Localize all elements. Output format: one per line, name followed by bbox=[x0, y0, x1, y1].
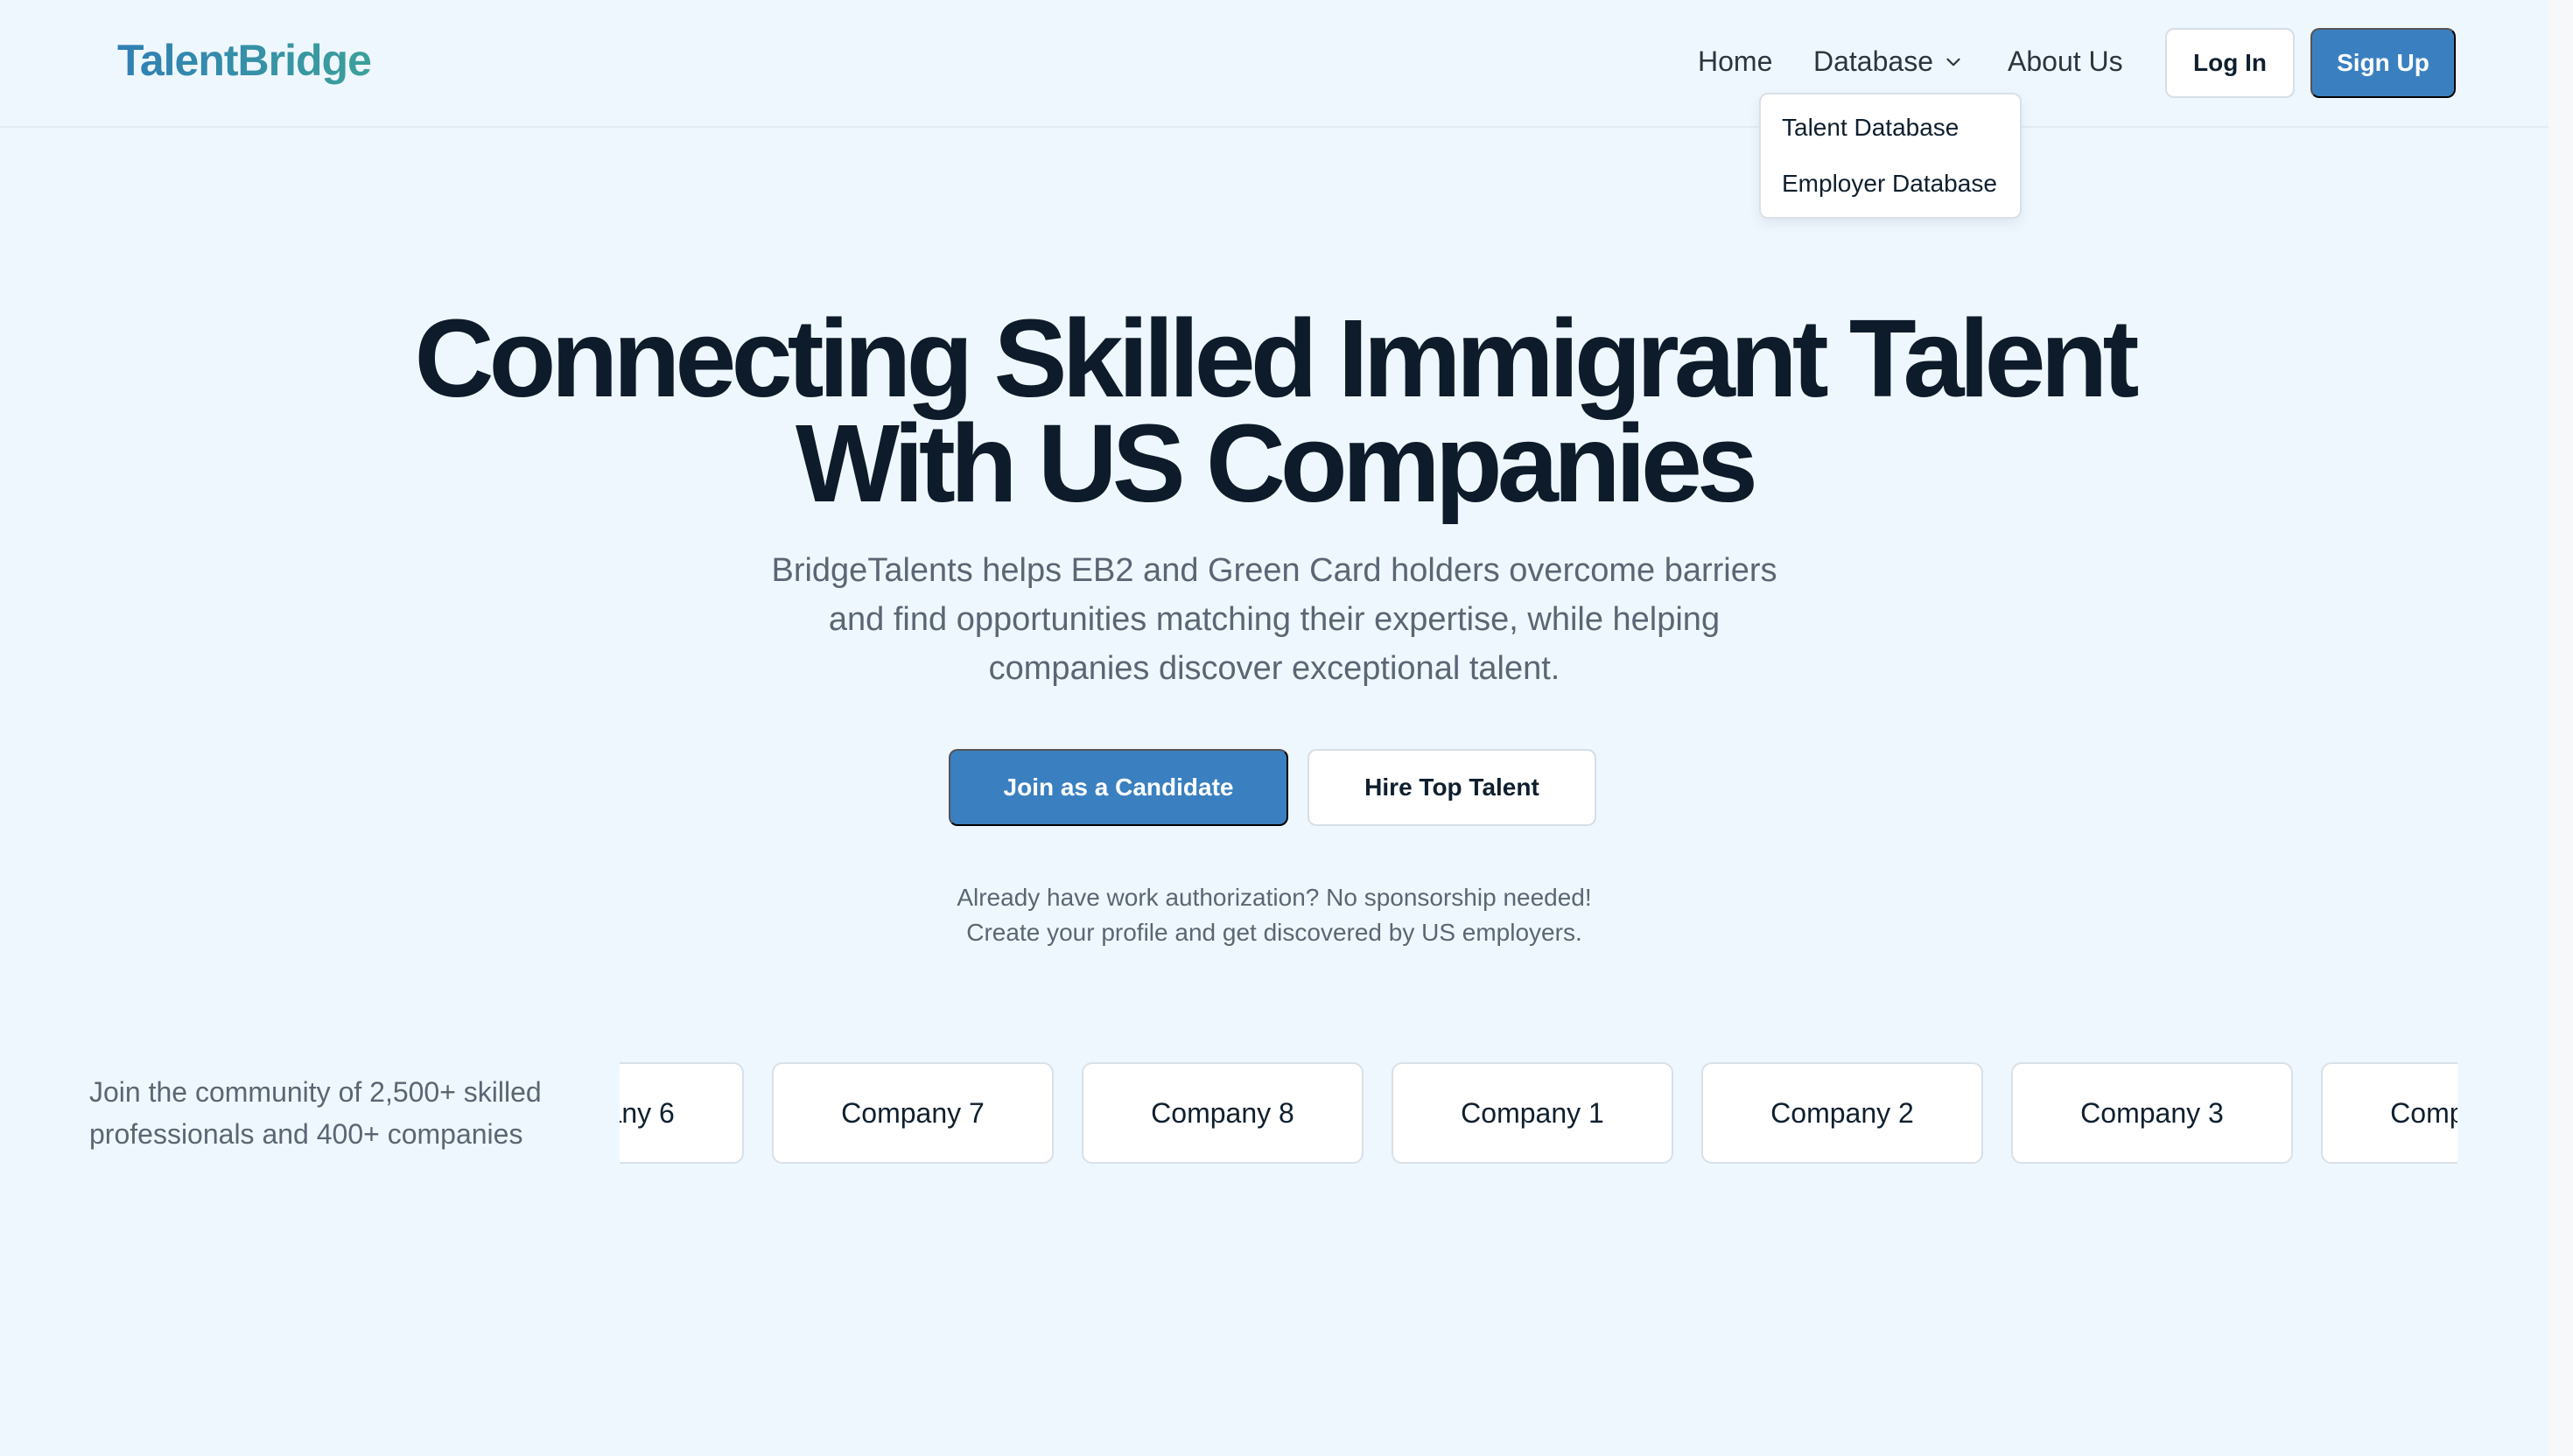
community-text-line: Join the community of 2,500+ skilled bbox=[89, 1076, 542, 1108]
hero-title-line-2: With US Companies bbox=[796, 402, 1758, 525]
hero-subtitle: BridgeTalents helps EB2 and Green Card h… bbox=[0, 546, 2548, 693]
hero-subtitle-line: and find opportunities matching their ex… bbox=[828, 601, 1721, 638]
dropdown-item-talent-database[interactable]: Talent Database bbox=[1782, 114, 1959, 142]
company-card: Company 4 bbox=[2321, 1062, 2457, 1164]
hero-subtitle-line: companies discover exceptional talent. bbox=[988, 650, 1560, 687]
page: TalentBridge Home Database About Us Log … bbox=[0, 0, 2573, 1456]
nav-home-link[interactable]: Home bbox=[1698, 46, 1772, 78]
community-text-line: professionals and 400+ companies bbox=[89, 1118, 523, 1150]
community-text: Join the community of 2,500+ skilled pro… bbox=[89, 1071, 579, 1155]
login-button[interactable]: Log In bbox=[2165, 28, 2295, 98]
chevron-down-icon bbox=[1946, 58, 1960, 66]
hero-note-line: Create your profile and get discovered b… bbox=[966, 919, 1582, 946]
signup-button[interactable]: Sign Up bbox=[2310, 28, 2456, 98]
hero-title: Connecting Skilled Immigrant Talent With… bbox=[0, 304, 2548, 519]
site-header: TalentBridge Home Database About Us Log … bbox=[0, 0, 2548, 128]
company-logo-carousel: Company 6 Company 7 Company 8 Company 1 … bbox=[620, 1062, 2457, 1167]
hero-note: Already have work authorization? No spon… bbox=[0, 880, 2548, 950]
nav-about-link[interactable]: About Us bbox=[2008, 46, 2123, 78]
company-card: Company 2 bbox=[1701, 1062, 1983, 1164]
company-card: Company 7 bbox=[772, 1062, 1054, 1164]
hero-subtitle-line: BridgeTalents helps EB2 and Green Card h… bbox=[771, 552, 1777, 589]
hero-note-line: Already have work authorization? No spon… bbox=[957, 884, 1592, 911]
company-card: Company 1 bbox=[1392, 1062, 1673, 1164]
company-card: Company 6 bbox=[620, 1062, 744, 1164]
scrollbar[interactable] bbox=[2548, 0, 2573, 1456]
hire-talent-button[interactable]: Hire Top Talent bbox=[1308, 749, 1596, 826]
database-dropdown-menu: Talent Database Employer Database bbox=[1759, 93, 2022, 219]
dropdown-item-employer-database[interactable]: Employer Database bbox=[1782, 170, 1997, 198]
company-card: Company 3 bbox=[2011, 1062, 2293, 1164]
company-card: Company 8 bbox=[1082, 1062, 1364, 1164]
nav-database-label: Database bbox=[1813, 46, 1933, 77]
company-carousel-track: Company 6 Company 7 Company 8 Company 1 … bbox=[620, 1062, 2457, 1164]
nav-database-menu[interactable]: Database bbox=[1813, 46, 1965, 78]
join-candidate-button[interactable]: Join as a Candidate bbox=[949, 749, 1288, 826]
brand-logo[interactable]: TalentBridge bbox=[117, 35, 372, 86]
